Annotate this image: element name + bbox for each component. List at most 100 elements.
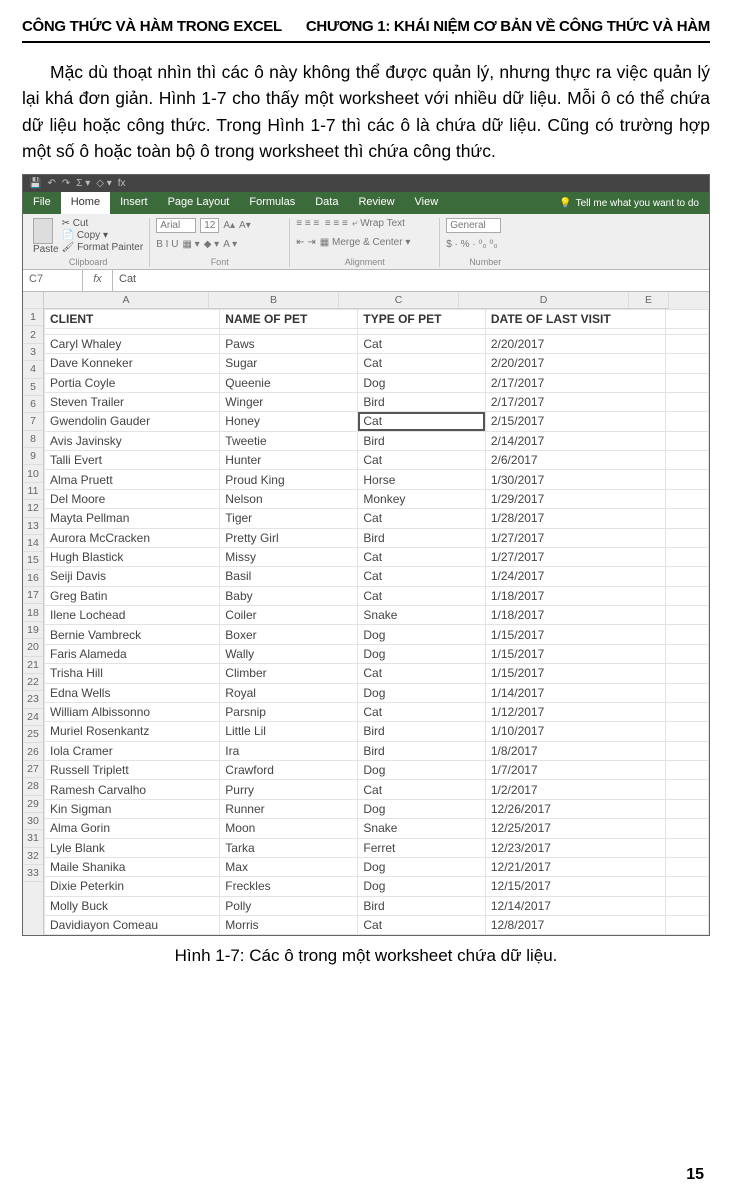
- cell[interactable]: [666, 857, 709, 876]
- table-header-cell[interactable]: [666, 310, 709, 329]
- cell[interactable]: 1/15/2017: [485, 664, 666, 683]
- cell[interactable]: William Albissonno: [45, 702, 220, 721]
- table-header-cell[interactable]: TYPE OF PET: [358, 310, 485, 329]
- fill-icon[interactable]: ◆ ▾: [204, 239, 220, 250]
- cell[interactable]: 1/28/2017: [485, 509, 666, 528]
- format-painter-button[interactable]: 🖌 Format Painter: [62, 242, 144, 253]
- cell[interactable]: Baby: [220, 586, 358, 605]
- cell[interactable]: 1/29/2017: [485, 489, 666, 508]
- table-header-cell[interactable]: NAME OF PET: [220, 310, 358, 329]
- cell[interactable]: Bird: [358, 722, 485, 741]
- cell[interactable]: Bird: [358, 392, 485, 411]
- cell[interactable]: Aurora McCracken: [45, 528, 220, 547]
- bold-italic-underline[interactable]: B I U: [156, 239, 178, 250]
- row-number[interactable]: 7: [23, 413, 43, 430]
- cell[interactable]: Nelson: [220, 489, 358, 508]
- redo-icon[interactable]: ↷: [62, 178, 70, 189]
- cell[interactable]: [666, 722, 709, 741]
- font-shrink-icon[interactable]: A▾: [239, 220, 251, 231]
- cell[interactable]: Morris: [220, 916, 358, 935]
- cell[interactable]: Paws: [220, 334, 358, 353]
- cell[interactable]: Cat: [358, 664, 485, 683]
- cell[interactable]: Runner: [220, 799, 358, 818]
- cell[interactable]: 1/24/2017: [485, 567, 666, 586]
- cell[interactable]: Bird: [358, 528, 485, 547]
- cell[interactable]: [666, 373, 709, 392]
- row-number[interactable]: 30: [23, 813, 43, 830]
- cell[interactable]: 12/25/2017: [485, 819, 666, 838]
- cell[interactable]: 12/14/2017: [485, 896, 666, 915]
- cell[interactable]: [666, 644, 709, 663]
- cell[interactable]: 12/21/2017: [485, 857, 666, 876]
- cell[interactable]: Queenie: [220, 373, 358, 392]
- cell[interactable]: Ira: [220, 741, 358, 760]
- cell[interactable]: Trisha Hill: [45, 664, 220, 683]
- cell[interactable]: Bernie Vambreck: [45, 625, 220, 644]
- cell[interactable]: 2/14/2017: [485, 431, 666, 450]
- cell[interactable]: Pretty Girl: [220, 528, 358, 547]
- font-color-icon[interactable]: A ▾: [223, 239, 237, 250]
- cell[interactable]: [666, 819, 709, 838]
- row-number[interactable]: 19: [23, 622, 43, 639]
- cell[interactable]: Caryl Whaley: [45, 334, 220, 353]
- tab-page-layout[interactable]: Page Layout: [158, 192, 240, 214]
- cell[interactable]: Dog: [358, 857, 485, 876]
- row-number[interactable]: 22: [23, 674, 43, 691]
- cell[interactable]: Snake: [358, 606, 485, 625]
- cell[interactable]: 1/7/2017: [485, 761, 666, 780]
- cell[interactable]: Wally: [220, 644, 358, 663]
- cell[interactable]: Tarka: [220, 838, 358, 857]
- tell-me[interactable]: 💡 Tell me what you want to do: [549, 192, 709, 214]
- cell[interactable]: Dave Konneker: [45, 354, 220, 373]
- cell[interactable]: [666, 877, 709, 896]
- col-header-C[interactable]: C: [339, 292, 459, 309]
- border-icon[interactable]: ▦ ▾: [182, 239, 199, 250]
- cell[interactable]: [666, 470, 709, 489]
- tab-view[interactable]: View: [405, 192, 449, 214]
- cell[interactable]: Purry: [220, 780, 358, 799]
- font-name-select[interactable]: Arial: [156, 218, 196, 233]
- copy-button[interactable]: 📄 Copy ▾: [62, 230, 144, 241]
- cell[interactable]: Kin Sigman: [45, 799, 220, 818]
- table-header-cell[interactable]: CLIENT: [45, 310, 220, 329]
- row-number[interactable]: 26: [23, 743, 43, 760]
- formula-content[interactable]: Cat: [113, 270, 709, 291]
- row-number[interactable]: 8: [23, 431, 43, 448]
- cell[interactable]: [666, 625, 709, 644]
- cell[interactable]: Dog: [358, 683, 485, 702]
- cell[interactable]: 1/27/2017: [485, 528, 666, 547]
- cell[interactable]: Steven Trailer: [45, 392, 220, 411]
- cell[interactable]: Greg Batin: [45, 586, 220, 605]
- fx-icon[interactable]: fx: [118, 178, 126, 189]
- merge-center-button[interactable]: ▦ Merge & Center ▾: [320, 237, 411, 248]
- cell[interactable]: Tiger: [220, 509, 358, 528]
- cell[interactable]: Molly Buck: [45, 896, 220, 915]
- font-grow-icon[interactable]: A▴: [223, 220, 235, 231]
- cell[interactable]: Boxer: [220, 625, 358, 644]
- cell[interactable]: [666, 664, 709, 683]
- select-all-corner[interactable]: [23, 292, 43, 309]
- cell[interactable]: 1/18/2017: [485, 586, 666, 605]
- cell[interactable]: 2/15/2017: [485, 412, 666, 431]
- col-header-D[interactable]: D: [459, 292, 629, 309]
- cell[interactable]: Cat: [358, 412, 485, 431]
- cell[interactable]: Bird: [358, 896, 485, 915]
- cell[interactable]: 12/23/2017: [485, 838, 666, 857]
- row-number[interactable]: 31: [23, 830, 43, 847]
- row-number[interactable]: 3: [23, 344, 43, 361]
- indent-icons[interactable]: ⇤ ⇥: [296, 237, 316, 248]
- cell[interactable]: Cat: [358, 509, 485, 528]
- cell[interactable]: Cat: [358, 334, 485, 353]
- cell[interactable]: Lyle Blank: [45, 838, 220, 857]
- cell[interactable]: Little Lil: [220, 722, 358, 741]
- cell[interactable]: Climber: [220, 664, 358, 683]
- cell[interactable]: Missy: [220, 547, 358, 566]
- cell[interactable]: Ramesh Carvalho: [45, 780, 220, 799]
- row-number[interactable]: 10: [23, 465, 43, 482]
- font-size-select[interactable]: 12: [200, 218, 219, 233]
- number-format-select[interactable]: General: [446, 218, 501, 233]
- cell[interactable]: 1/18/2017: [485, 606, 666, 625]
- cell[interactable]: [666, 761, 709, 780]
- tab-insert[interactable]: Insert: [110, 192, 158, 214]
- cell[interactable]: 2/20/2017: [485, 334, 666, 353]
